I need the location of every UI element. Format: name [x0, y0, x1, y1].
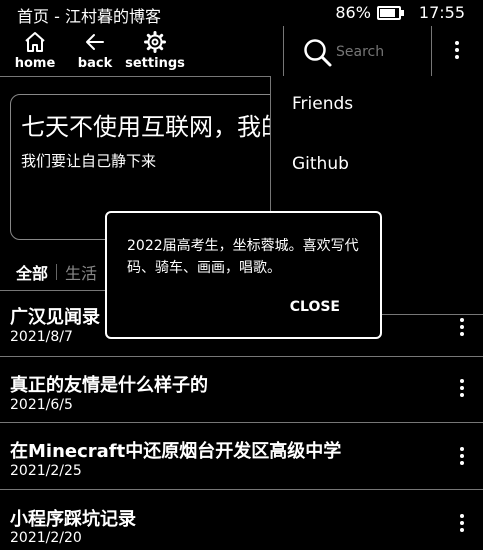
about-dialog: 2022届高考生，坐标蓉城。喜欢写代码、骑车、画画，唱歌。 CLOSE — [105, 211, 382, 339]
settings-button[interactable]: settings — [125, 30, 185, 71]
menu-item-friends[interactable]: Friends — [292, 94, 353, 114]
search-icon[interactable] — [303, 38, 333, 68]
settings-label: settings — [125, 56, 185, 71]
home-label: home — [14, 56, 56, 71]
post-menu-icon[interactable] — [459, 514, 465, 532]
back-label: back — [77, 56, 113, 71]
post-date: 2021/6/5 — [10, 397, 73, 413]
post-date: 2021/8/7 — [10, 329, 73, 345]
status-right: 86% 17:55 — [335, 3, 465, 22]
toolbar-divider — [431, 26, 432, 76]
post-date: 2021/2/25 — [10, 463, 82, 479]
post-menu-icon[interactable] — [459, 447, 465, 465]
list-item[interactable]: 真正的友情是什么样子的 2021/6/5 — [0, 356, 483, 423]
post-date: 2021/2/20 — [10, 530, 82, 546]
arrow-left-icon — [86, 34, 104, 50]
post-menu-icon[interactable] — [459, 379, 465, 397]
menu-item-github[interactable]: Github — [292, 154, 349, 174]
post-menu-icon[interactable] — [459, 318, 465, 336]
list-item[interactable]: 在Minecraft中还原烟台开发区高级中学 2021/2/25 — [0, 422, 483, 490]
category-tabs: 全部 生活 — [16, 260, 97, 284]
clock: 17:55 — [418, 3, 465, 22]
search-input[interactable] — [336, 44, 416, 60]
list-item[interactable]: 小程序踩坑记录 2021/2/20 — [0, 489, 483, 550]
close-button[interactable]: CLOSE — [290, 299, 340, 315]
tab-divider — [56, 264, 58, 280]
post-title: 在Minecraft中还原烟台开发区高级中学 — [10, 441, 342, 462]
featured-post-subtitle: 我们要让自己静下来 — [21, 152, 157, 170]
post-title: 广汉见闻录 — [10, 307, 100, 328]
back-button[interactable]: back — [65, 30, 125, 71]
status-bar: 首页 - 江村暮的博客 86% 17:55 — [0, 0, 483, 26]
more-menu-icon[interactable] — [454, 41, 460, 59]
toolbar: home back settings — [0, 26, 483, 77]
home-icon — [25, 32, 45, 52]
tab-all[interactable]: 全部 — [16, 260, 48, 284]
tab-life[interactable]: 生活 — [65, 260, 97, 284]
featured-post-title: 七天不使用互联网，我的 — [21, 113, 285, 141]
status-title: 首页 - 江村暮的博客 — [17, 7, 161, 26]
gear-icon — [144, 31, 166, 53]
battery-icon — [376, 5, 404, 20]
home-button[interactable]: home — [5, 30, 65, 71]
battery-percent: 86% — [335, 3, 371, 22]
post-title: 真正的友情是什么样子的 — [10, 375, 208, 396]
battery-fill — [379, 8, 396, 17]
post-title: 小程序踩坑记录 — [10, 509, 136, 530]
dialog-text: 2022届高考生，坐标蓉城。喜欢写代码、骑车、画画，唱歌。 — [127, 238, 359, 276]
toolbar-divider — [283, 26, 284, 76]
